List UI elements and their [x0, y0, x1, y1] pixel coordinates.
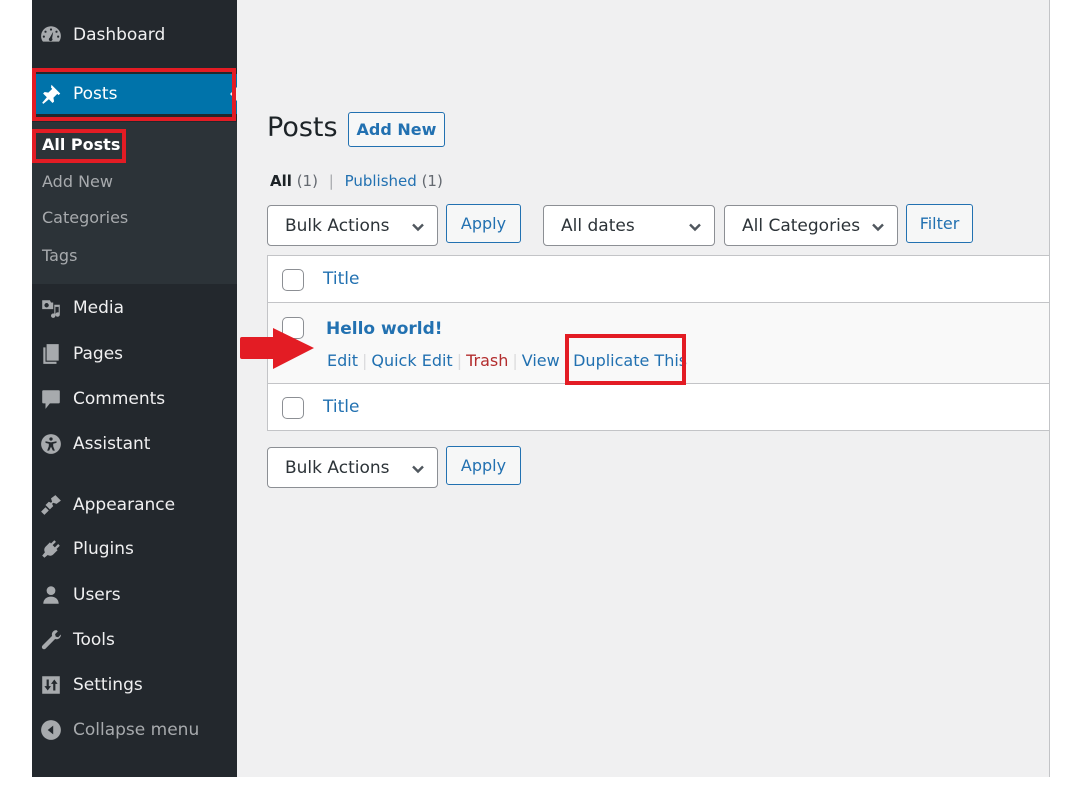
action-separator: |	[563, 351, 570, 370]
sidebar-item-users[interactable]: Users	[32, 575, 237, 615]
action-separator: |	[512, 351, 518, 370]
sidebar-item-label: Users	[73, 585, 121, 605]
chevron-down-icon	[411, 219, 425, 233]
quick-edit-link[interactable]: Quick Edit	[371, 351, 452, 370]
user-icon	[38, 584, 64, 606]
admin-sidebar: Dashboard Posts All Posts Add New Catego…	[32, 0, 237, 777]
sidebar-item-media[interactable]: Media	[32, 288, 237, 328]
sidebar-item-dashboard[interactable]: Dashboard	[32, 15, 237, 55]
view-all-link[interactable]: All	[270, 172, 292, 190]
sidebar-item-label: Assistant	[73, 434, 151, 454]
sidebar-item-settings[interactable]: Settings	[32, 665, 237, 705]
view-separator: |	[328, 172, 334, 190]
pointer-arrow-icon	[240, 328, 314, 369]
page-title: Posts	[267, 112, 338, 143]
submenu-all-posts[interactable]: All Posts	[42, 131, 120, 159]
bulk-actions-select-top[interactable]: Bulk Actions	[267, 205, 438, 246]
collapse-icon	[38, 719, 64, 741]
add-new-button[interactable]: Add New	[348, 112, 445, 147]
posts-submenu: All Posts Add New Categories Tags	[32, 122, 237, 284]
action-separator: |	[361, 351, 368, 370]
view-published-count: (1)	[421, 172, 443, 190]
trash-link[interactable]: Trash	[466, 351, 508, 370]
collapse-menu-button[interactable]: Collapse menu	[32, 710, 237, 750]
sidebar-item-assistant[interactable]: Assistant	[32, 424, 237, 464]
sidebar-item-label: Plugins	[73, 539, 134, 559]
sidebar-item-label: Settings	[73, 675, 143, 695]
bulk-actions-select-bottom[interactable]: Bulk Actions	[267, 447, 438, 488]
sidebar-item-appearance[interactable]: Appearance	[32, 485, 237, 525]
table-header-row: Title	[268, 256, 1049, 303]
sidebar-item-label: Appearance	[73, 495, 176, 515]
sidebar-item-label: Media	[73, 298, 125, 318]
view-link[interactable]: View	[522, 351, 560, 370]
media-icon	[38, 297, 64, 319]
select-all-checkbox-footer[interactable]	[282, 397, 304, 419]
plugin-icon	[38, 538, 64, 560]
settings-icon	[38, 674, 64, 696]
paintbrush-icon	[38, 494, 64, 516]
action-separator: |	[456, 351, 463, 370]
chevron-down-icon	[688, 219, 702, 233]
date-filter-select[interactable]: All dates	[543, 205, 715, 246]
dashboard-icon	[38, 24, 64, 46]
accessibility-icon	[38, 433, 64, 455]
duplicate-this-link[interactable]: Duplicate This	[573, 351, 687, 370]
row-actions: Edit | Quick Edit | Trash | View | Dupli…	[327, 351, 687, 370]
post-title-link[interactable]: Hello world!	[326, 319, 443, 339]
view-published-link[interactable]: Published	[345, 172, 417, 190]
select-all-checkbox[interactable]	[282, 269, 304, 291]
posts-table: Title Hello world! Edit | Quick Edit | T…	[267, 255, 1049, 431]
bulk-actions-value: Bulk Actions	[285, 457, 390, 478]
edit-link[interactable]: Edit	[327, 351, 358, 370]
apply-button-top[interactable]: Apply	[446, 204, 521, 243]
sidebar-item-pages[interactable]: Pages	[32, 334, 237, 374]
wrench-icon	[38, 629, 64, 651]
chevron-down-icon	[411, 461, 425, 475]
sidebar-item-posts[interactable]: Posts	[32, 74, 237, 114]
pages-icon	[38, 343, 64, 365]
comments-icon	[38, 388, 64, 410]
table-row: Hello world! Edit | Quick Edit | Trash |…	[268, 303, 1049, 384]
post-status-views: All (1) | Published (1)	[270, 172, 443, 190]
table-footer-row: Title	[268, 384, 1049, 431]
column-title-header[interactable]: Title	[323, 269, 359, 289]
category-filter-select[interactable]: All Categories	[724, 205, 898, 246]
sidebar-item-label: Comments	[73, 389, 166, 409]
submenu-add-new[interactable]: Add New	[42, 168, 113, 196]
sidebar-item-label: Pages	[73, 344, 124, 364]
bulk-actions-value: Bulk Actions	[285, 215, 390, 236]
date-filter-value: All dates	[561, 215, 635, 236]
sidebar-item-label: Dashboard	[73, 25, 166, 45]
submenu-categories[interactable]: Categories	[42, 204, 128, 232]
sidebar-item-label: Tools	[73, 630, 115, 650]
pin-icon	[38, 83, 64, 105]
filter-button[interactable]: Filter	[906, 204, 973, 243]
sidebar-item-plugins[interactable]: Plugins	[32, 529, 237, 569]
chevron-down-icon	[871, 219, 885, 233]
category-filter-value: All Categories	[742, 215, 861, 236]
sidebar-item-tools[interactable]: Tools	[32, 620, 237, 660]
main-content: Posts Add New All (1) | Published (1) Bu…	[237, 0, 1050, 777]
sidebar-item-label: Collapse menu	[73, 720, 200, 740]
sidebar-item-comments[interactable]: Comments	[32, 379, 237, 419]
sidebar-item-label: Posts	[73, 84, 118, 104]
column-title-footer[interactable]: Title	[323, 397, 359, 417]
view-all-count: (1)	[296, 172, 318, 190]
submenu-tags[interactable]: Tags	[42, 242, 77, 270]
apply-button-bottom[interactable]: Apply	[446, 446, 521, 485]
